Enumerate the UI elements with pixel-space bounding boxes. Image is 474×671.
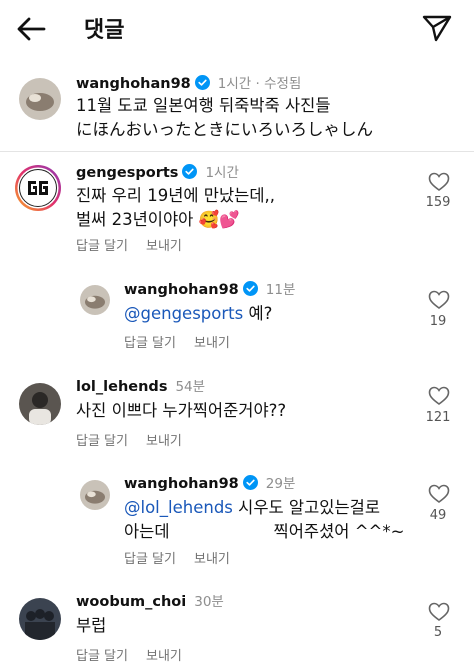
avatar[interactable] [14, 164, 62, 212]
like-count: 159 [425, 195, 451, 210]
username[interactable]: wanghohan98 [76, 76, 191, 92]
timestamp: 29분 [265, 476, 296, 492]
username[interactable]: wanghohan98 [124, 476, 239, 492]
comment-line: 사진 이쁘다 누가찍어준거야?? [76, 401, 287, 420]
comment-line: 예? [243, 304, 273, 323]
verified-icon [242, 281, 258, 296]
username[interactable]: gengesports [76, 165, 178, 181]
comment-actions: 답글 달기 보내기 [76, 645, 200, 664]
comment-line: にほんおいったときにいろいろしゃしん [76, 120, 373, 139]
like-count: 49 [429, 508, 447, 523]
comment-header: woobum_choi 30분 [76, 590, 224, 610]
comment-line: 시우도 알고있는걸로 [232, 498, 381, 517]
mention-link[interactable]: @lol_lehends [124, 498, 233, 517]
send-icon[interactable] [420, 12, 454, 44]
send-button[interactable]: 보내기 [146, 434, 182, 449]
avatar-image [19, 78, 61, 120]
timestamp: 11분 [265, 282, 296, 298]
divider [0, 151, 474, 152]
send-button[interactable]: 보내기 [194, 552, 230, 567]
send-button[interactable]: 보내기 [146, 649, 182, 664]
timestamp: 1시간 [205, 165, 239, 181]
username[interactable]: woobum_choi [76, 594, 186, 610]
comment-actions: 답글 달기 보내기 [124, 332, 248, 351]
comment-line: 부럽 [76, 616, 107, 635]
verified-icon [194, 75, 210, 90]
reply-button[interactable]: 답글 달기 [76, 434, 128, 449]
reply-button[interactable]: 답글 달기 [124, 552, 176, 567]
heart-icon[interactable] [428, 484, 450, 504]
comment-line: 11월 도쿄 일본여행 뒤죽박죽 사진들 [76, 96, 331, 115]
avatar-image [80, 480, 110, 510]
comment-line: 찍어주셨어 ^^*~ [273, 522, 405, 541]
avatar[interactable] [19, 78, 61, 120]
like-count: 5 [433, 625, 443, 640]
comment-text: 11월 도쿄 일본여행 뒤죽박죽 사진들 にほんおいったときにいろいろしゃしん [76, 94, 373, 142]
timestamp: 54분 [175, 379, 206, 395]
comment-actions: 답글 달기 보내기 [76, 235, 200, 254]
comment-header: gengesports 1시간 [76, 161, 239, 181]
comment-header: lol_lehends 54분 [76, 375, 205, 395]
comment-text: 진짜 우리 19년에 만났는데,, 벌써 23년이야아 🥰💕 [76, 184, 275, 232]
header: 댓글 [0, 0, 474, 56]
reply-button[interactable]: 답글 달기 [76, 649, 128, 664]
username[interactable]: wanghohan98 [124, 282, 239, 298]
comment-header: wanghohan98 1시간 · 수정됨 [76, 72, 301, 92]
verified-icon [242, 475, 258, 490]
avatar[interactable] [80, 480, 110, 510]
comment-actions: 답글 달기 보내기 [76, 430, 200, 449]
comment-header: wanghohan98 11분 [124, 278, 295, 298]
timestamp: 30분 [194, 594, 224, 610]
like-count: 121 [425, 410, 451, 425]
heart-icon[interactable] [428, 386, 450, 406]
comment-line: 아는데 [124, 522, 170, 541]
reply-button[interactable]: 답글 달기 [76, 239, 128, 254]
comment-text: @gengesports 예? [124, 302, 272, 326]
reply-button[interactable]: 답글 달기 [124, 336, 176, 351]
page-title: 댓글 [84, 18, 125, 43]
avatar-image [15, 165, 61, 211]
comment-actions: 답글 달기 보내기 [124, 548, 248, 567]
avatar-image [80, 285, 110, 315]
comment-line: 진짜 우리 19년에 만났는데,, [76, 186, 276, 205]
username[interactable]: lol_lehends [76, 379, 167, 395]
comment-text: 부럽 [76, 614, 106, 638]
avatar-image [19, 383, 61, 425]
avatar[interactable] [19, 383, 61, 425]
send-button[interactable]: 보내기 [146, 239, 182, 254]
back-arrow-icon[interactable] [14, 14, 48, 44]
avatar-image [19, 598, 61, 640]
mention-link[interactable]: @gengesports [124, 304, 243, 323]
comment-text: @lol_lehends 시우도 알고있는걸로 아는데 찍어주셨어 ^^*~ [124, 496, 404, 544]
avatar[interactable] [80, 285, 110, 315]
avatar[interactable] [19, 598, 61, 640]
heart-icon[interactable] [428, 290, 450, 310]
comment-text: 사진 이쁘다 누가찍어준거야?? [76, 399, 286, 423]
verified-icon [182, 164, 198, 179]
send-button[interactable]: 보내기 [194, 336, 230, 351]
comment-line: 벌써 23년이야아 🥰💕 [76, 210, 240, 229]
heart-icon[interactable] [428, 602, 450, 622]
like-count: 19 [429, 314, 447, 329]
comment-header: wanghohan98 29분 [124, 472, 295, 492]
heart-icon[interactable] [428, 172, 450, 192]
timestamp: 1시간 · 수정됨 [217, 76, 302, 92]
